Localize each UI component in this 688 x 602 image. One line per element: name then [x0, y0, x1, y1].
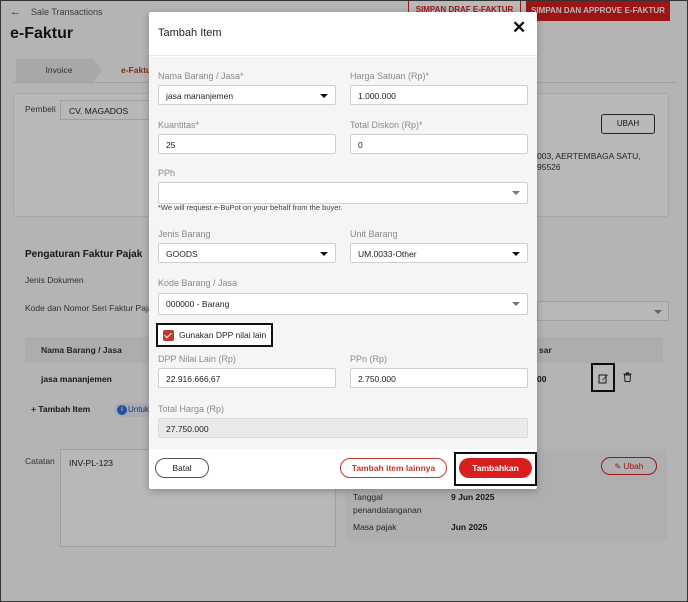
- unit-price-input[interactable]: 1.000.000: [350, 85, 528, 105]
- quantity-label: Kuantitas*: [158, 120, 200, 130]
- dpp-other-label: DPP Nilai Lain (Rp): [158, 354, 236, 364]
- modal-header: Tambah Item ✕: [149, 12, 537, 56]
- add-button-highlight: Tambahkan: [454, 452, 537, 486]
- total-discount-label: Total Diskon (Rp)*: [350, 120, 423, 130]
- app-frame: ← Sale Transactions SIMPAN DRAF E-FAKTUR…: [0, 0, 688, 602]
- item-code-label: Kode Barang / Jasa: [158, 278, 238, 288]
- quantity-input[interactable]: 25: [158, 134, 336, 154]
- ppn-input[interactable]: 2.750.000: [350, 368, 528, 388]
- add-button[interactable]: Tambahkan: [459, 458, 532, 478]
- goods-type-value: GOODS: [166, 249, 198, 259]
- item-code-value: 000000 - Barang: [166, 299, 230, 309]
- dpp-other-checkbox-label: Gunakan DPP nilai lain: [179, 330, 267, 340]
- item-name-select[interactable]: jasa mananjemen: [158, 85, 336, 105]
- chevron-down-icon: [320, 252, 328, 256]
- pph-select[interactable]: [158, 182, 528, 204]
- modal-body: Nama Barang / Jasa* jasa mananjemen Harg…: [149, 57, 537, 449]
- item-code-select[interactable]: 000000 - Barang: [158, 293, 528, 315]
- total-discount-input[interactable]: 0: [350, 134, 528, 154]
- unit-label: Unit Barang: [350, 229, 398, 239]
- item-name-value: jasa mananjemen: [166, 91, 234, 101]
- chevron-down-icon: [512, 191, 520, 195]
- checkbox-checked-icon: [163, 330, 174, 341]
- close-icon[interactable]: ✕: [512, 19, 526, 36]
- item-name-label: Nama Barang / Jasa*: [158, 71, 244, 81]
- unit-price-label: Harga Satuan (Rp)*: [350, 71, 430, 81]
- total-price-input: 27.750.000: [158, 418, 528, 438]
- cancel-button[interactable]: Batal: [155, 458, 209, 478]
- modal-footer: Batal Tambah item lainnya Tambahkan: [149, 449, 537, 489]
- chevron-down-icon: [320, 94, 328, 98]
- goods-type-select[interactable]: GOODS: [158, 243, 336, 263]
- pph-label: PPh: [158, 168, 176, 178]
- unit-select[interactable]: UM.0033-Other: [350, 243, 528, 263]
- dpp-other-checkbox[interactable]: Gunakan DPP nilai lain: [156, 323, 273, 347]
- unit-value: UM.0033-Other: [358, 249, 417, 259]
- dpp-other-input[interactable]: 22.916.666,67: [158, 368, 336, 388]
- chevron-down-icon: [512, 252, 520, 256]
- pph-note: *We will request e-BuPot on your behalf …: [158, 203, 343, 212]
- modal-title: Tambah Item: [158, 27, 222, 39]
- total-price-label: Total Harga (Rp): [158, 404, 225, 414]
- goods-type-label: Jenis Barang: [158, 229, 211, 239]
- chevron-down-icon: [512, 302, 520, 306]
- add-another-item-button[interactable]: Tambah item lainnya: [340, 458, 447, 478]
- ppn-label: PPn (Rp): [350, 354, 388, 364]
- add-item-modal: Tambah Item ✕ Nama Barang / Jasa* jasa m…: [149, 12, 537, 489]
